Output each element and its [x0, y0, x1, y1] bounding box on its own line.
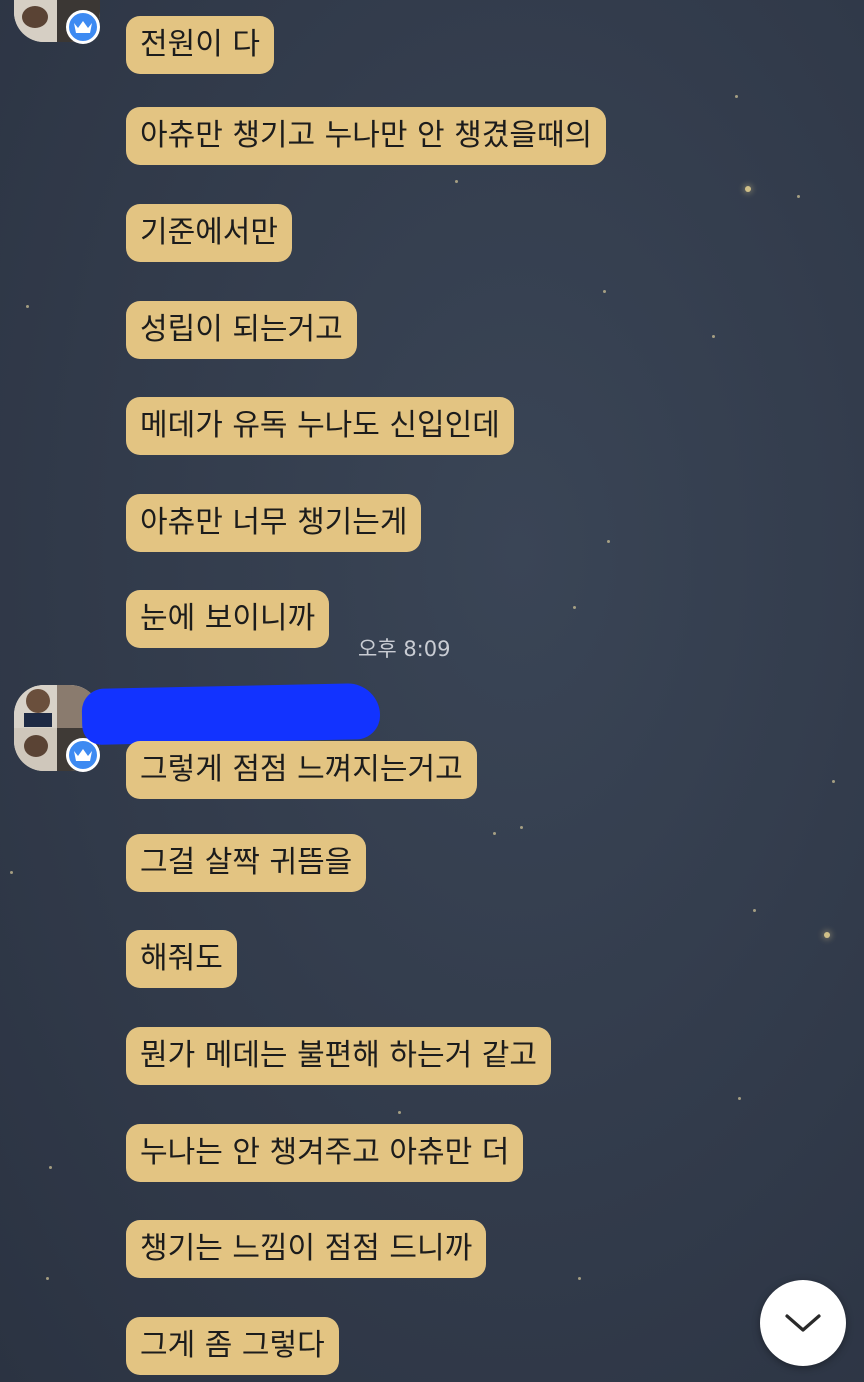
message-bubble[interactable]: 해줘도 [126, 930, 237, 988]
chevron-down-icon [785, 1314, 821, 1332]
message-bubble[interactable]: 챙기는 느낌이 점점 드니까 [126, 1220, 487, 1278]
message-bubble[interactable]: 누나는 안 챙겨주고 아츄만 더 [126, 1124, 524, 1182]
message-bubble[interactable]: 아츄만 너무 챙기는게 [126, 494, 422, 552]
crown-badge [66, 10, 100, 44]
crown-icon [74, 21, 92, 33]
redacted-sender-name [81, 682, 381, 746]
message-bubble[interactable]: 성립이 되는거고 [126, 301, 357, 359]
message-bubble[interactable]: 기준에서만 [126, 204, 292, 262]
message-bubble[interactable]: 그걸 살짝 귀뜸을 [126, 834, 367, 892]
message-bubble[interactable]: 그게 좀 그렇다 [126, 1317, 339, 1375]
message-bubble[interactable]: 뭔가 메데는 불편해 하는거 같고 [126, 1027, 551, 1085]
crown-icon [74, 749, 92, 761]
message-bubble[interactable]: 눈에 보이니까 [126, 590, 330, 648]
message-bubble[interactable]: 메데가 유독 누나도 신입인데 [126, 397, 514, 455]
message-bubble[interactable]: 아츄만 챙기고 누나만 안 챙겼을때의 [126, 107, 607, 165]
message-timestamp: 오후 8:09 [358, 637, 451, 661]
scroll-to-bottom-button[interactable] [760, 1280, 846, 1366]
message-bubble[interactable]: 그렇게 점점 느껴지는거고 [126, 741, 477, 799]
message-bubble[interactable]: 전원이 다 [126, 16, 274, 74]
